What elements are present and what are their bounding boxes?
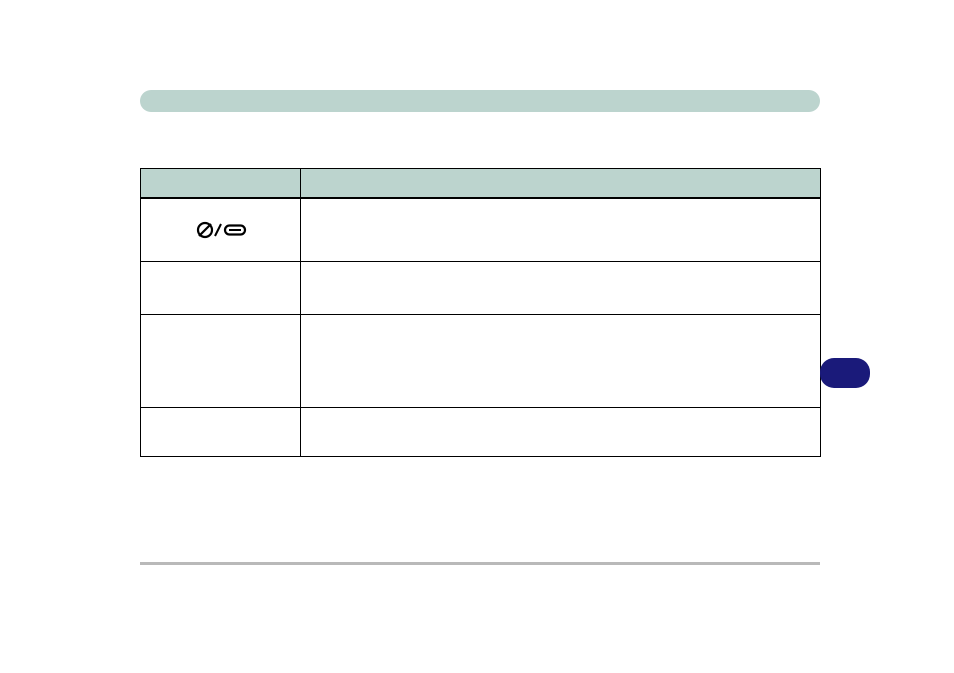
table-cell-right — [301, 408, 821, 457]
content-table — [140, 168, 821, 457]
table-cell-left — [141, 262, 301, 315]
side-tab[interactable] — [820, 358, 870, 388]
table-cell-left — [141, 198, 301, 262]
table-header-row — [141, 169, 821, 199]
table-cell-right — [301, 315, 821, 408]
section-header-bar — [140, 90, 820, 112]
table-header-cell-left — [141, 169, 301, 199]
table-row — [141, 408, 821, 457]
table-cell-left — [141, 315, 301, 408]
table-row — [141, 262, 821, 315]
footer-divider — [140, 562, 820, 565]
table-cell-right — [301, 262, 821, 315]
table-cell-left — [141, 408, 301, 457]
slashed-zero-and-rounded-rect-icon — [195, 221, 247, 239]
table-header-cell-right — [301, 169, 821, 199]
table-cell-right — [301, 198, 821, 262]
table-row — [141, 198, 821, 262]
row-icon-wrap — [141, 199, 300, 261]
table-row — [141, 315, 821, 408]
